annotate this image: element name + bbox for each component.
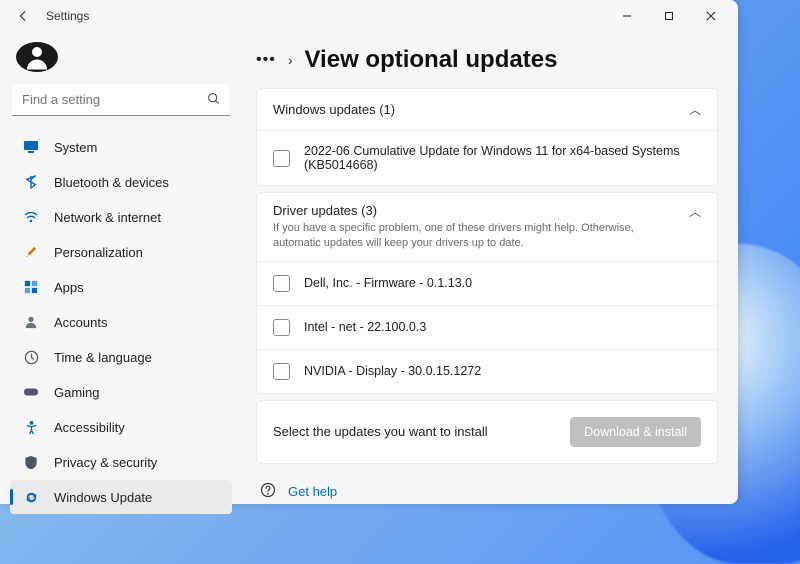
globe-clock-icon (22, 348, 40, 366)
sidebar-item-label: Bluetooth & devices (54, 175, 169, 190)
window-title: Settings (46, 9, 89, 23)
sidebar-item-network[interactable]: Network & internet (10, 200, 232, 234)
sidebar-item-label: Privacy & security (54, 455, 157, 470)
nav: System Bluetooth & devices Network & int… (10, 130, 232, 514)
search-input[interactable] (12, 84, 230, 116)
sidebar-item-gaming[interactable]: Gaming (10, 375, 232, 409)
sidebar-item-label: Gaming (54, 385, 100, 400)
sidebar-item-label: Time & language (54, 350, 152, 365)
search-wrap (12, 84, 230, 116)
download-install-button[interactable]: Download & install (570, 417, 701, 447)
help-row: Get help (256, 470, 718, 504)
sidebar-item-personalization[interactable]: Personalization (10, 235, 232, 269)
main-content: ••• › View optional updates Windows upda… (242, 32, 738, 504)
maximize-button[interactable] (648, 1, 690, 31)
close-button[interactable] (690, 1, 732, 31)
update-row: Dell, Inc. - Firmware - 0.1.13.0 (257, 261, 717, 305)
update-label: 2022-06 Cumulative Update for Windows 11… (304, 144, 701, 172)
update-row: NVIDIA - Display - 30.0.15.1272 (257, 349, 717, 393)
monitor-icon (22, 138, 40, 156)
accessibility-icon (22, 418, 40, 436)
minimize-button[interactable] (606, 1, 648, 31)
sidebar-item-accessibility[interactable]: Accessibility (10, 410, 232, 444)
search-icon (207, 92, 220, 108)
back-button[interactable] (14, 7, 32, 25)
bluetooth-icon (22, 173, 40, 191)
checkbox[interactable] (273, 275, 290, 292)
sidebar-item-apps[interactable]: Apps (10, 270, 232, 304)
update-label: Dell, Inc. - Firmware - 0.1.13.0 (304, 276, 472, 290)
sidebar-item-bluetooth[interactable]: Bluetooth & devices (10, 165, 232, 199)
install-card: Select the updates you want to install D… (256, 400, 718, 464)
get-help-link[interactable]: Get help (288, 484, 337, 499)
grid-icon (22, 278, 40, 296)
update-row: 2022-06 Cumulative Update for Windows 11… (257, 130, 717, 185)
sidebar-item-label: Apps (54, 280, 84, 295)
window-controls (606, 1, 732, 31)
chevron-right-icon: › (288, 52, 293, 68)
settings-window: Settings (0, 0, 738, 504)
sidebar-item-label: Accessibility (54, 420, 125, 435)
update-label: NVIDIA - Display - 30.0.15.1272 (304, 364, 481, 378)
sidebar-item-label: Windows Update (54, 490, 152, 505)
shield-icon (22, 453, 40, 471)
windows-updates-section: Windows updates (1) ︿ 2022-06 Cumulative… (256, 88, 718, 186)
driver-updates-header[interactable]: Driver updates (3) If you have a specifi… (257, 193, 717, 261)
update-icon (22, 488, 40, 506)
sidebar-item-system[interactable]: System (10, 130, 232, 164)
sidebar-item-label: Accounts (54, 315, 107, 330)
page-title: View optional updates (304, 46, 557, 74)
section-title: Driver updates (3) (273, 203, 653, 218)
breadcrumb: ••• › View optional updates (256, 46, 718, 74)
sidebar-item-label: System (54, 140, 97, 155)
help-icon (260, 482, 276, 501)
sidebar-item-label: Personalization (54, 245, 143, 260)
person-icon (22, 313, 40, 331)
wifi-icon (22, 208, 40, 226)
section-title: Windows updates (1) (273, 102, 395, 117)
titlebar: Settings (0, 0, 738, 32)
gamepad-icon (22, 383, 40, 401)
chevron-up-icon: ︿ (689, 101, 701, 118)
section-subtitle: If you have a specific problem, one of t… (273, 221, 653, 251)
sidebar-item-label: Network & internet (54, 210, 161, 225)
avatar[interactable] (16, 42, 58, 72)
sidebar-item-windows-update[interactable]: Windows Update (10, 480, 232, 514)
driver-updates-section: Driver updates (3) If you have a specifi… (256, 192, 718, 394)
sidebar: System Bluetooth & devices Network & int… (0, 32, 242, 504)
checkbox[interactable] (273, 319, 290, 336)
windows-updates-header[interactable]: Windows updates (1) ︿ (257, 89, 717, 130)
sidebar-item-privacy[interactable]: Privacy & security (10, 445, 232, 479)
install-prompt: Select the updates you want to install (273, 424, 488, 439)
update-row: Intel - net - 22.100.0.3 (257, 305, 717, 349)
sidebar-item-time-language[interactable]: Time & language (10, 340, 232, 374)
brush-icon (22, 243, 40, 261)
sidebar-item-accounts[interactable]: Accounts (10, 305, 232, 339)
checkbox[interactable] (273, 150, 290, 167)
chevron-up-icon: ︿ (689, 203, 701, 220)
breadcrumb-ellipsis[interactable]: ••• (256, 51, 276, 69)
update-label: Intel - net - 22.100.0.3 (304, 320, 426, 334)
checkbox[interactable] (273, 363, 290, 380)
